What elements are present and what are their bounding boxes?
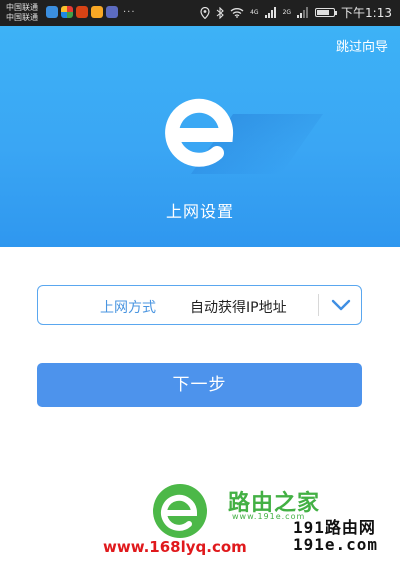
wifi-icon [230,8,244,18]
status-bar: 中国联通 中国联通 ··· 4G 2G 下午1:13 [0,0,400,26]
connection-type-value: 自动获得IP地址 [190,300,287,316]
watermark-logo-icon [153,484,207,538]
location-icon [200,6,210,19]
battery-icon [315,8,338,17]
app-notification-icon [61,6,73,18]
clock: 下午1:13 [341,6,392,20]
watermark-url: www.168lyq.com [103,538,247,556]
network-type-2: 2G [282,8,292,16]
app-notification-icon [91,6,103,18]
setup-header: 跳过向导 上网设置 [0,26,400,247]
signal-icon [297,7,309,18]
divider [318,294,319,316]
connection-type-select[interactable]: 上网方式 自动获得IP地址 [37,285,362,325]
skip-wizard-button[interactable]: 跳过向导 [336,36,388,55]
notification-icons: ··· [46,6,136,18]
page-title: 上网设置 [165,202,234,221]
watermark-line-2: 191e.com [293,535,379,554]
app-notification-icon [106,6,118,18]
app-notification-icon [46,6,58,18]
connection-type-label: 上网方式 [100,300,156,316]
bluetooth-icon [216,6,224,19]
signal-icon [264,7,276,18]
more-notifications-icon: ··· [123,6,136,18]
carrier-label-1: 中国联通 [6,3,38,12]
carrier-label-2: 中国联通 [6,13,38,22]
e-logo-icon [165,98,234,167]
app-notification-icon [76,6,88,18]
chevron-down-icon[interactable] [330,296,352,314]
next-step-button[interactable]: 下一步 [37,363,362,407]
network-type-1: 4G [250,8,259,16]
